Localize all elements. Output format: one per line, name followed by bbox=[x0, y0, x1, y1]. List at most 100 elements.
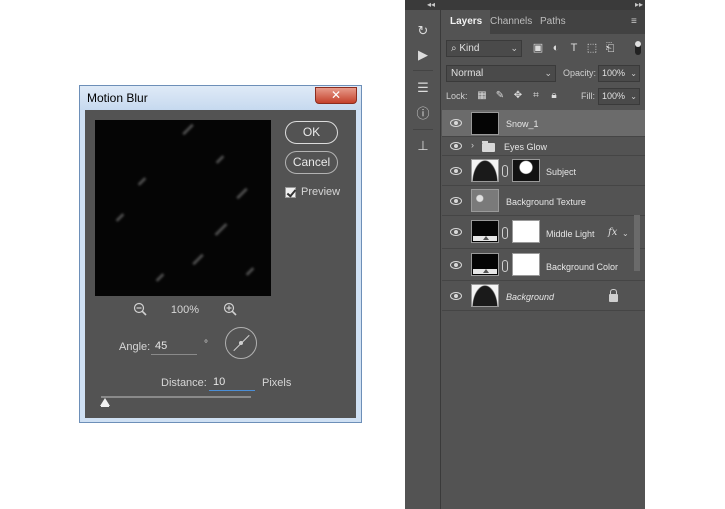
expand-arrow-icon[interactable]: › bbox=[471, 140, 474, 150]
panel-menu-icon[interactable]: ≡ bbox=[631, 16, 641, 27]
fill-value: 100% bbox=[602, 91, 626, 101]
snow-streak bbox=[137, 176, 147, 187]
layer-list-scrollbar[interactable] bbox=[634, 215, 640, 271]
adjustment-filter-icon[interactable]: ◐ bbox=[550, 42, 562, 54]
photoshop-panel: ◂◂ ▸▸ ↻ ▶ ☰ ⓘ ⊥ Layers Channels Paths ≡ … bbox=[405, 0, 645, 509]
chevron-down-icon: ⌄ bbox=[510, 43, 518, 53]
lock-transparent-icon[interactable]: ▦ bbox=[476, 90, 488, 102]
lock-label: Lock: bbox=[446, 91, 468, 101]
eye-icon[interactable] bbox=[450, 197, 462, 205]
dialog-titlebar[interactable]: Motion Blur ✕ bbox=[80, 86, 361, 110]
screenshot-root: Motion Blur ✕ 100% OK Cancel Preview Ang… bbox=[0, 0, 725, 509]
panel-topbar: ◂◂ ▸▸ bbox=[405, 0, 645, 10]
cancel-button[interactable]: Cancel bbox=[285, 151, 338, 174]
eye-icon[interactable] bbox=[450, 142, 462, 150]
lock-position-icon[interactable]: ✥ bbox=[512, 90, 524, 102]
smart-object-filter-icon[interactable]: ⎗ bbox=[604, 42, 616, 54]
info-icon[interactable]: ⓘ bbox=[416, 107, 430, 121]
link-icon[interactable] bbox=[502, 227, 508, 239]
layer-row-background[interactable]: Background bbox=[442, 281, 645, 311]
snow-streak bbox=[245, 266, 255, 277]
eye-icon[interactable] bbox=[450, 228, 462, 236]
zoom-controls: 100% bbox=[95, 302, 271, 318]
angle-input[interactable] bbox=[151, 338, 197, 355]
history-icon[interactable]: ↻ bbox=[416, 24, 430, 38]
distance-slider-track[interactable] bbox=[101, 396, 251, 398]
distance-label: Distance: bbox=[161, 377, 207, 389]
eye-icon[interactable] bbox=[450, 119, 462, 127]
opacity-label: Opacity: bbox=[563, 68, 597, 78]
angle-label: Angle: bbox=[119, 341, 151, 353]
snow-streak bbox=[215, 154, 225, 165]
chevron-down-icon: ⌄ bbox=[630, 69, 637, 78]
layer-thumbnail bbox=[471, 220, 499, 243]
adjustment-bar bbox=[473, 236, 497, 241]
zoom-level: 100% bbox=[170, 304, 200, 316]
fill-field[interactable]: 100% ⌄ bbox=[598, 88, 640, 105]
panel-tabs: Layers Channels Paths ≡ bbox=[442, 10, 645, 34]
chevron-down-icon[interactable]: ⌄ bbox=[622, 229, 629, 238]
adjustment-bar bbox=[473, 269, 497, 274]
lock-artboard-icon[interactable]: ⌗ bbox=[530, 90, 542, 102]
layer-thumbnail bbox=[471, 159, 499, 182]
tab-paths[interactable]: Paths bbox=[532, 10, 574, 34]
opacity-field[interactable]: 100% ⌄ bbox=[598, 65, 640, 82]
distance-slider-thumb-base bbox=[101, 405, 109, 407]
layer-name: Background Texture bbox=[506, 197, 586, 207]
layer-name: Background bbox=[506, 292, 555, 302]
blend-mode-value: Normal bbox=[451, 68, 484, 79]
dialog-title: Motion Blur bbox=[87, 91, 148, 105]
folder-icon bbox=[482, 141, 495, 152]
blend-mode-select[interactable]: Normal ⌄ bbox=[446, 65, 556, 82]
layer-row-middle-light[interactable]: Middle Light fx ⌄ bbox=[442, 216, 645, 249]
actions-play-icon[interactable]: ▶ bbox=[416, 48, 430, 62]
angle-unit: ° bbox=[204, 339, 208, 350]
layer-row-background-texture[interactable]: Background Texture bbox=[442, 186, 645, 216]
layer-name: Subject bbox=[546, 167, 577, 177]
zoom-out-icon[interactable] bbox=[133, 302, 147, 316]
layer-thumbnail bbox=[471, 189, 499, 212]
eye-icon[interactable] bbox=[450, 167, 462, 175]
layer-row-background-color[interactable]: Background Color bbox=[442, 249, 645, 281]
snow-streak bbox=[214, 222, 228, 237]
preview-checkbox[interactable] bbox=[285, 187, 296, 198]
lock-all-icon[interactable]: 🔒︎ bbox=[548, 90, 560, 102]
collapse-right-icon[interactable]: ▸▸ bbox=[635, 0, 643, 9]
layer-mask-thumbnail[interactable] bbox=[512, 159, 540, 182]
filter-toggle[interactable] bbox=[635, 41, 641, 55]
eye-icon[interactable] bbox=[450, 292, 462, 300]
distance-input[interactable] bbox=[209, 374, 255, 391]
snow-streak bbox=[235, 187, 249, 200]
layer-row-subject[interactable]: Subject bbox=[442, 156, 645, 186]
type-filter-icon[interactable]: T bbox=[568, 42, 580, 54]
layer-row-snow-1[interactable]: Snow_1 bbox=[442, 110, 645, 137]
clone-source-icon[interactable]: ⊥ bbox=[416, 139, 430, 153]
pixel-filter-icon[interactable]: ▣ bbox=[532, 42, 544, 54]
close-button[interactable]: ✕ bbox=[315, 87, 357, 104]
layer-name: Middle Light bbox=[546, 229, 595, 239]
chevron-down-icon: ⌄ bbox=[630, 92, 637, 101]
layer-row-eyes-glow[interactable]: › Eyes Glow bbox=[442, 137, 645, 156]
fill-label: Fill: bbox=[581, 91, 595, 101]
collapse-left-icon[interactable]: ◂◂ bbox=[427, 0, 435, 9]
link-icon[interactable] bbox=[502, 165, 508, 177]
layer-thumbnail bbox=[471, 112, 499, 135]
chevron-down-icon: ⌄ bbox=[544, 68, 552, 78]
layer-mask-thumbnail[interactable] bbox=[512, 220, 540, 243]
distance-unit: Pixels bbox=[262, 377, 292, 389]
filter-kind-select[interactable]: ⌕ Kind ⌄ bbox=[446, 40, 522, 57]
fx-icon[interactable]: fx bbox=[608, 227, 617, 238]
angle-dial[interactable] bbox=[225, 327, 257, 359]
link-icon[interactable] bbox=[502, 260, 508, 272]
eye-icon[interactable] bbox=[450, 261, 462, 269]
preview-label: Preview bbox=[301, 186, 341, 198]
layer-mask-thumbnail[interactable] bbox=[512, 253, 540, 276]
blur-preview[interactable] bbox=[95, 120, 271, 296]
lock-image-icon[interactable]: ✎ bbox=[494, 90, 506, 102]
zoom-in-icon[interactable] bbox=[223, 302, 237, 316]
shape-filter-icon[interactable]: ⬚ bbox=[586, 42, 598, 54]
adjustments-icon[interactable]: ☰ bbox=[416, 81, 430, 95]
opacity-value: 100% bbox=[602, 68, 626, 78]
ok-button[interactable]: OK bbox=[285, 121, 338, 144]
layer-name: Eyes Glow bbox=[504, 142, 548, 152]
